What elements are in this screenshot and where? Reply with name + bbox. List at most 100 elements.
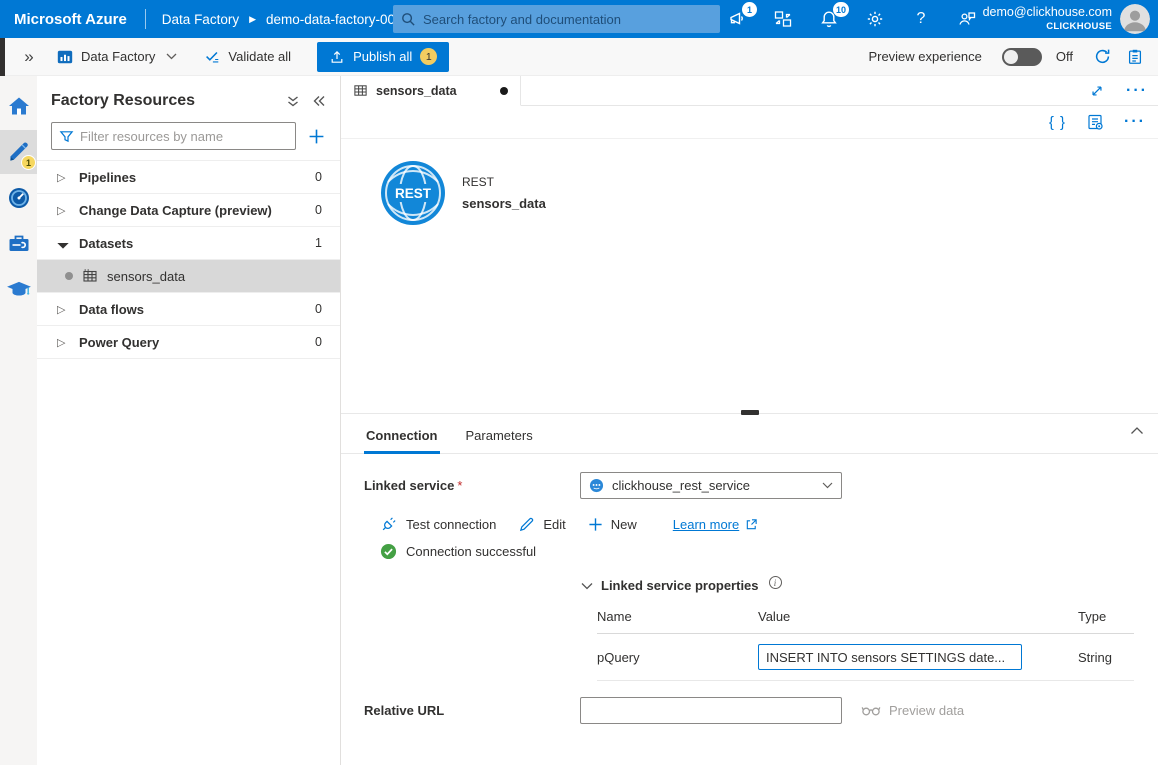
group-count: 1	[315, 236, 322, 250]
validate-all-button[interactable]: Validate all	[203, 48, 291, 66]
tree-group-datasets[interactable]: Datasets 1	[37, 227, 340, 260]
learn-more-link[interactable]: Learn more	[673, 517, 758, 532]
refresh-icon[interactable]	[1093, 47, 1112, 66]
expand-sidebar-button[interactable]: »	[0, 47, 56, 67]
nav-home[interactable]	[0, 84, 37, 128]
selected-dot-icon	[65, 272, 73, 280]
tree-group-data-flows[interactable]: ▷ Data flows 0	[37, 293, 340, 326]
breadcrumb: Data Factory ▶ demo-data-factory-00	[162, 12, 395, 27]
splitter-drag-handle[interactable]	[741, 410, 759, 415]
column-header-name: Name	[597, 609, 758, 624]
breadcrumb-app[interactable]: Data Factory	[162, 12, 239, 27]
nav-learning-center[interactable]	[0, 268, 37, 312]
azure-brand[interactable]: Microsoft Azure	[0, 11, 145, 28]
tree-group-power-query[interactable]: ▷ Power Query 0	[37, 326, 340, 359]
group-count: 0	[315, 335, 322, 349]
connection-status: Connection successful	[364, 543, 1158, 560]
properties-icon[interactable]	[1086, 113, 1104, 131]
edit-linked-service-button[interactable]: Edit	[518, 516, 565, 533]
graduation-cap-icon	[6, 277, 32, 303]
linked-service-dropdown[interactable]: clickhouse_rest_service	[580, 472, 842, 499]
editor-more-icon[interactable]: ···	[1124, 117, 1146, 127]
test-connection-button[interactable]: Test connection	[380, 515, 496, 533]
factory-toolbar: » Data Factory Validate all Publish all …	[0, 38, 1158, 76]
preview-experience-toggle[interactable]	[1002, 48, 1042, 66]
code-view-icon[interactable]: { }	[1049, 114, 1066, 131]
editor-area: sensors_data ··· { } ···	[341, 76, 1158, 765]
factory-menu[interactable]: Data Factory	[56, 48, 177, 66]
dataset-table-icon	[82, 268, 98, 284]
add-resource-button[interactable]	[304, 124, 328, 148]
publish-all-button[interactable]: Publish all 1	[317, 42, 449, 72]
linked-service-label: Linked service*	[364, 478, 580, 493]
nav-monitor[interactable]	[0, 176, 37, 220]
new-linked-service-button[interactable]: New	[588, 517, 637, 532]
publish-all-label: Publish all	[353, 49, 412, 64]
collapsed-triangle-icon: ▷	[57, 303, 79, 316]
announcements-button[interactable]: 1	[726, 8, 748, 30]
linked-service-icon	[589, 478, 604, 493]
tab-more-icon[interactable]: ···	[1126, 86, 1148, 96]
tree-group-pipelines[interactable]: ▷ Pipelines 0	[37, 161, 340, 194]
switch-directory-button[interactable]	[772, 8, 794, 30]
properties-section-title[interactable]: Linked service properties	[601, 578, 759, 593]
notifications-button[interactable]: 10	[818, 8, 840, 30]
chevron-down-icon	[166, 53, 177, 60]
tab-connection[interactable]: Connection	[364, 428, 440, 453]
search-input[interactable]	[423, 12, 712, 27]
relative-url-label: Relative URL	[364, 703, 580, 718]
preview-data-button[interactable]: Preview data	[861, 703, 964, 718]
gear-icon	[865, 9, 885, 29]
table-row: pQuery String	[597, 634, 1134, 681]
group-count: 0	[315, 170, 322, 184]
configuration-panel: Connection Parameters Linked service* cl…	[341, 416, 1158, 724]
feedback-button[interactable]	[956, 8, 978, 30]
gauge-icon	[7, 186, 31, 210]
preview-experience-label: Preview experience	[868, 49, 981, 64]
toolbox-icon	[7, 232, 31, 256]
announcements-badge: 1	[742, 2, 757, 17]
author-changes-badge: 1	[21, 155, 36, 170]
column-header-value: Value	[758, 609, 1078, 624]
expand-editor-icon[interactable]	[1090, 84, 1104, 98]
relative-url-input[interactable]	[580, 697, 842, 724]
dataset-name-label: sensors_data	[462, 196, 546, 211]
preview-experience-state: Off	[1056, 49, 1073, 64]
nav-manage[interactable]	[0, 222, 37, 266]
settings-button[interactable]	[864, 8, 886, 30]
nav-author[interactable]: 1	[0, 130, 37, 174]
plus-icon	[588, 517, 603, 532]
dataset-table-icon	[353, 83, 368, 98]
property-value-input[interactable]	[758, 644, 1022, 670]
collapse-panel-chevron-icon[interactable]	[1130, 426, 1144, 435]
collapse-panel-icon[interactable]	[312, 95, 326, 107]
resource-filter[interactable]	[51, 122, 296, 150]
tree-group-cdc[interactable]: ▷ Change Data Capture (preview) 0	[37, 194, 340, 227]
unsaved-changes-dot	[500, 87, 508, 95]
required-marker: *	[457, 478, 462, 493]
validate-all-label: Validate all	[228, 49, 291, 64]
dataset-type-label: REST	[462, 175, 546, 189]
property-type: String	[1078, 650, 1134, 665]
tab-sensors-data[interactable]: sensors_data	[341, 76, 521, 106]
external-link-icon	[745, 518, 758, 531]
glasses-icon	[861, 704, 881, 717]
global-search[interactable]	[393, 5, 720, 33]
feedback-list-icon[interactable]	[1126, 48, 1144, 66]
account-info[interactable]: demo@clickhouse.com CLICKHOUSE	[983, 0, 1112, 38]
rest-dataset-card[interactable]: REST REST sensors_data	[380, 160, 546, 226]
avatar[interactable]	[1120, 4, 1150, 34]
help-button[interactable]: ?	[910, 8, 932, 30]
home-icon	[7, 94, 31, 118]
property-name: pQuery	[597, 650, 758, 665]
tab-parameters[interactable]: Parameters	[464, 428, 535, 453]
section-chevron-icon[interactable]	[581, 582, 593, 590]
dataset-item-sensors-data[interactable]: sensors_data	[37, 260, 340, 293]
edit-pencil-icon	[518, 516, 535, 533]
breadcrumb-factory[interactable]: demo-data-factory-00	[266, 12, 395, 27]
resource-filter-input[interactable]	[80, 129, 288, 144]
collapse-all-icon[interactable]	[286, 95, 300, 108]
divider	[145, 9, 146, 29]
validate-check-icon	[203, 48, 221, 66]
collapsed-triangle-icon: ▷	[57, 336, 79, 349]
